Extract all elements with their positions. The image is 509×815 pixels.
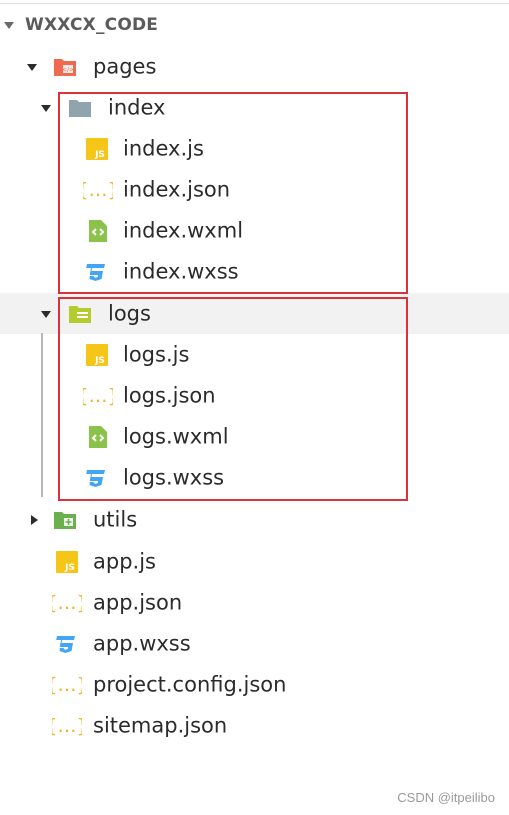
logs-highlight-box — [58, 297, 408, 501]
svg-text:JS: JS — [64, 563, 75, 573]
chevron-down-icon[interactable] — [27, 63, 37, 71]
tree-item-app-wxss[interactable]: app.wxss — [0, 623, 509, 664]
tree-item-sitemap-json[interactable]: {…} sitemap.json — [0, 705, 509, 746]
top-divider — [0, 3, 509, 4]
index-highlight-box — [58, 92, 408, 294]
tree-item-utils[interactable]: utils — [0, 499, 509, 540]
chevron-down-icon[interactable] — [4, 22, 14, 29]
tree-item-app-json[interactable]: {…} app.json — [0, 582, 509, 623]
svg-text:{…}: {…} — [52, 715, 82, 737]
tree-item-label: pages — [93, 54, 157, 78]
chevron-down-icon[interactable] — [41, 310, 51, 318]
utils-folder-icon — [53, 508, 77, 532]
file-explorer: WXXCX_CODE </> pages index JS index.js {… — [0, 0, 509, 815]
tree-item-label: utils — [93, 507, 138, 531]
tree-item-label: app.json — [93, 590, 183, 614]
chevron-right-icon[interactable] — [31, 514, 38, 525]
wxss-file-icon — [54, 632, 78, 656]
section-title: WXXCX_CODE — [25, 15, 159, 35]
pages-folder-icon: </> — [53, 55, 77, 79]
indent-guide — [41, 333, 43, 497]
js-file-icon: JS — [55, 550, 79, 574]
watermark: CSDN @itpeilibo — [397, 790, 495, 805]
svg-text:</>: </> — [62, 66, 74, 73]
explorer-section-header[interactable]: WXXCX_CODE — [0, 5, 509, 45]
svg-text:{…}: {…} — [52, 674, 82, 696]
json-file-icon: {…} — [52, 673, 82, 697]
tree-item-pages[interactable]: </> pages — [0, 46, 509, 87]
svg-text:{…}: {…} — [52, 592, 82, 614]
json-file-icon: {…} — [52, 714, 82, 738]
tree-item-label: project.config.json — [93, 672, 287, 696]
tree-item-app-js[interactable]: JS app.js — [0, 541, 509, 582]
tree-item-project-config-json[interactable]: {…} project.config.json — [0, 664, 509, 705]
chevron-down-icon[interactable] — [41, 104, 51, 112]
tree-item-label: app.wxss — [93, 631, 191, 655]
json-file-icon: {…} — [52, 591, 82, 615]
tree-item-label: app.js — [93, 549, 156, 573]
tree-item-label: sitemap.json — [93, 713, 228, 737]
